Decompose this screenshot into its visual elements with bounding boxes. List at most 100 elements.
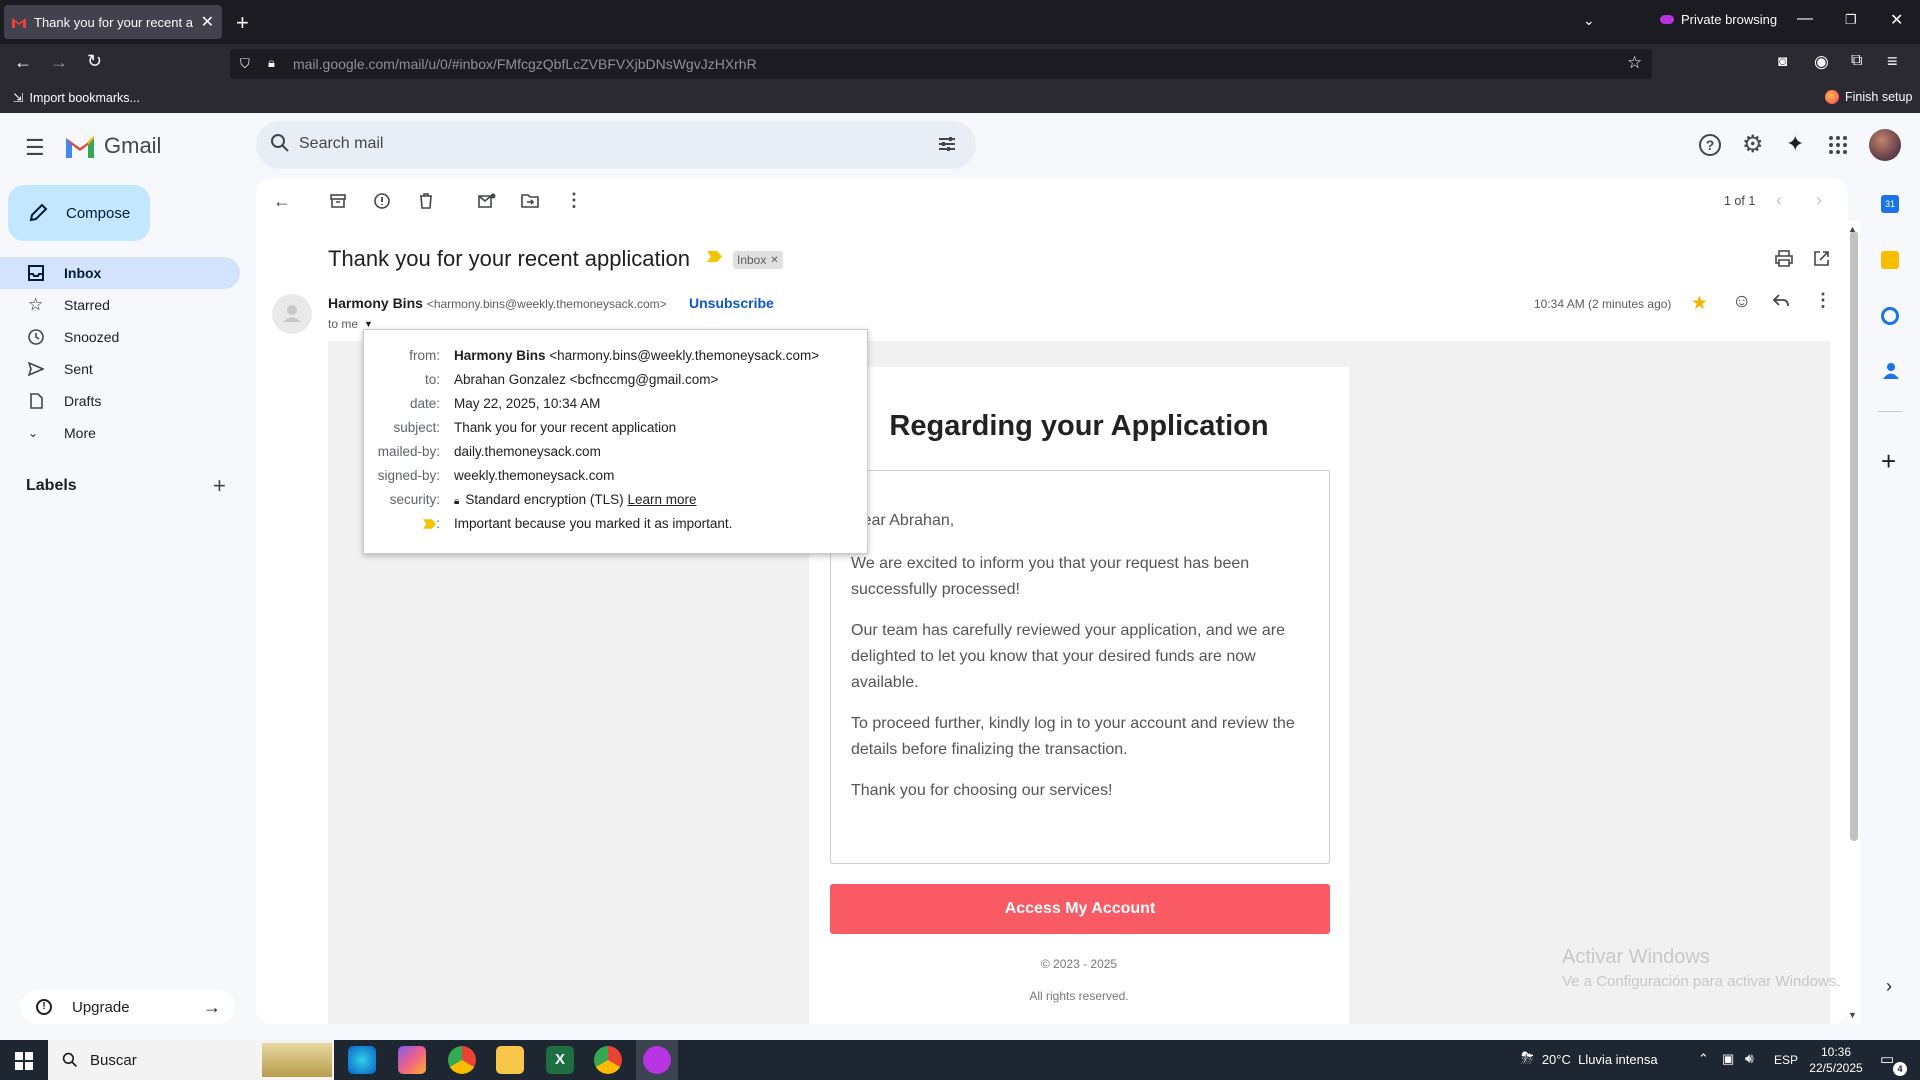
inbox-chip[interactable]: Inbox ✕	[733, 251, 783, 269]
volume-icon[interactable]: 🔊︎	[1745, 1050, 1754, 1067]
older-chevron-icon[interactable]: ›	[1816, 190, 1822, 211]
scrollbar-thumb[interactable]	[1850, 231, 1858, 841]
back-icon[interactable]: ←	[14, 52, 32, 73]
print-icon[interactable]	[1775, 250, 1793, 267]
notification-count-badge: 4	[1893, 1062, 1907, 1076]
gemini-sparkle-icon[interactable]: ✦	[1786, 131, 1804, 157]
move-to-icon[interactable]	[521, 193, 539, 209]
private-browsing-indicator: Private browsing	[1660, 12, 1777, 27]
search-icon[interactable]	[270, 133, 290, 153]
tasks-icon[interactable]	[1881, 307, 1899, 325]
access-account-button[interactable]: Access My Account	[830, 884, 1330, 934]
delete-icon[interactable]	[418, 193, 434, 209]
clock[interactable]: 10:36 22/5/2025	[1806, 1044, 1866, 1076]
email-copyright: © 2023 - 2025	[1040, 957, 1118, 971]
help-icon[interactable]: ?	[1699, 134, 1721, 156]
edge-icon[interactable]	[348, 1046, 376, 1074]
mark-unread-icon[interactable]	[478, 193, 496, 209]
compose-button[interactable]: Compose	[8, 185, 150, 241]
search-bar[interactable]: Search mail	[256, 121, 976, 169]
unsubscribe-link[interactable]: Unsubscribe	[689, 295, 774, 311]
message-more-icon[interactable]: ⋮	[1814, 290, 1832, 311]
extensions-icon[interactable]: ⧉	[1851, 52, 1862, 70]
sidebar-item-starred[interactable]: ☆ Starred	[0, 289, 240, 321]
reply-icon[interactable]	[1772, 293, 1790, 309]
search-input[interactable]: Search mail	[299, 135, 383, 153]
forward-icon[interactable]: →	[50, 52, 68, 73]
windows-start-icon[interactable]	[15, 1052, 33, 1070]
details-value: 🔒︎ Standard encryption (TLS) Learn more	[454, 492, 696, 507]
learn-more-link[interactable]: Learn more	[627, 492, 696, 507]
close-window-icon[interactable]: ✕	[1890, 10, 1903, 30]
remove-label-icon[interactable]: ✕	[770, 255, 778, 266]
network-icon[interactable]: ▣	[1722, 1051, 1734, 1067]
avatar[interactable]	[1869, 129, 1901, 161]
important-marker-icon[interactable]	[707, 251, 722, 262]
finish-setup-link[interactable]: Finish setup	[1825, 90, 1912, 104]
main-menu-icon[interactable]: ☰	[25, 135, 45, 161]
newer-chevron-icon[interactable]: ‹	[1776, 190, 1782, 211]
sender-line: Harmony Bins <harmony.bins@weekly.themon…	[328, 295, 667, 311]
emoji-reaction-icon[interactable]: ☺	[1732, 291, 1751, 313]
new-tab-icon[interactable]: +	[236, 10, 249, 36]
importance-marker-icon	[423, 519, 437, 529]
sender-name[interactable]: Harmony Bins	[328, 295, 423, 311]
sender-avatar[interactable]	[272, 294, 312, 334]
browser-tab[interactable]: Thank you for your recent appli ✕	[4, 5, 222, 39]
upgrade-button[interactable]: ! Upgrade →	[20, 990, 235, 1024]
calendar-icon[interactable]: 31	[1881, 195, 1899, 213]
back-to-inbox-icon[interactable]: ←	[273, 191, 293, 211]
taskbar-search-box[interactable]: Buscar	[48, 1040, 334, 1080]
sidebar-item-more[interactable]: ⌄ More	[0, 417, 240, 449]
gmail-m-icon	[64, 134, 96, 158]
weather-widget[interactable]: ⛈ 20°C Lluvia intensa	[1521, 1050, 1658, 1068]
account-icon[interactable]: ◉	[1814, 52, 1829, 72]
expand-panel-chevron-icon[interactable]: ›	[1886, 976, 1892, 997]
details-value: Abrahan Gonzalez <bcfnccmg@gmail.com>	[454, 371, 719, 387]
reload-icon[interactable]: ↻	[87, 51, 102, 72]
add-label-icon[interactable]: +	[213, 473, 226, 499]
scroll-up-arrow-icon[interactable]: ▲	[1848, 224, 1857, 234]
copilot-icon[interactable]	[398, 1046, 426, 1074]
archive-icon[interactable]	[330, 193, 346, 209]
apps-grid-icon[interactable]	[1829, 136, 1847, 154]
sidebar-item-inbox[interactable]: Inbox	[0, 257, 240, 289]
sidebar-item-sent[interactable]: Sent	[0, 353, 240, 385]
language-indicator[interactable]: ESP	[1774, 1053, 1798, 1067]
tray-chevron-icon[interactable]: ⌃	[1698, 1051, 1709, 1067]
scroll-down-arrow-icon[interactable]: ▼	[1848, 1010, 1857, 1020]
minimize-icon[interactable]: —	[1797, 10, 1813, 28]
get-addons-plus-icon[interactable]: +	[1881, 446, 1896, 477]
sidebar-item-drafts[interactable]: Drafts	[0, 385, 240, 417]
bookmark-star-icon[interactable]: ☆	[1627, 53, 1642, 73]
excel-icon[interactable]: X	[546, 1046, 574, 1074]
gmail-logo[interactable]: Gmail	[64, 133, 161, 159]
show-details-caret-icon[interactable]: ▼	[364, 319, 373, 329]
import-bookmarks-link[interactable]: ⇲ Import bookmarks...	[13, 90, 140, 106]
report-spam-icon[interactable]	[374, 193, 390, 209]
open-new-window-icon[interactable]	[1813, 250, 1830, 267]
notifications-icon[interactable]: ▭	[1880, 1050, 1894, 1068]
file-explorer-icon[interactable]	[496, 1046, 524, 1074]
chrome-icon[interactable]	[448, 1046, 476, 1074]
search-options-icon[interactable]	[937, 134, 957, 154]
settings-gear-icon[interactable]: ⚙	[1742, 130, 1764, 159]
restore-icon[interactable]: ❐	[1845, 12, 1857, 28]
more-options-icon[interactable]: ⋮	[565, 190, 583, 211]
url-bar[interactable]: ⛉ 🔒︎ mail.google.com/mail/u/0/#inbox/FMf…	[230, 49, 1652, 79]
tab-close-icon[interactable]: ✕	[201, 12, 214, 32]
keep-icon[interactable]	[1881, 251, 1899, 269]
lock-icon[interactable]: 🔒︎	[268, 55, 275, 71]
message-scrollbar[interactable]	[1848, 221, 1860, 1024]
details-row-subject: subject: Thank you for your recent applic…	[364, 417, 867, 437]
weather-rain-icon: ⛈	[1521, 1050, 1534, 1067]
tab-list-chevron-icon[interactable]: ⌄	[1583, 12, 1595, 29]
menu-icon[interactable]: ≡	[1887, 51, 1898, 72]
starred-star-icon[interactable]: ★	[1691, 292, 1708, 315]
shield-icon[interactable]: ⛉	[240, 56, 250, 72]
contacts-icon[interactable]	[1883, 362, 1899, 380]
pocket-icon[interactable]: ◙	[1778, 53, 1787, 70]
chrome-profile-icon[interactable]	[594, 1046, 622, 1074]
sidebar-item-snoozed[interactable]: Snoozed	[0, 321, 240, 353]
firefox-private-icon[interactable]	[643, 1046, 671, 1074]
